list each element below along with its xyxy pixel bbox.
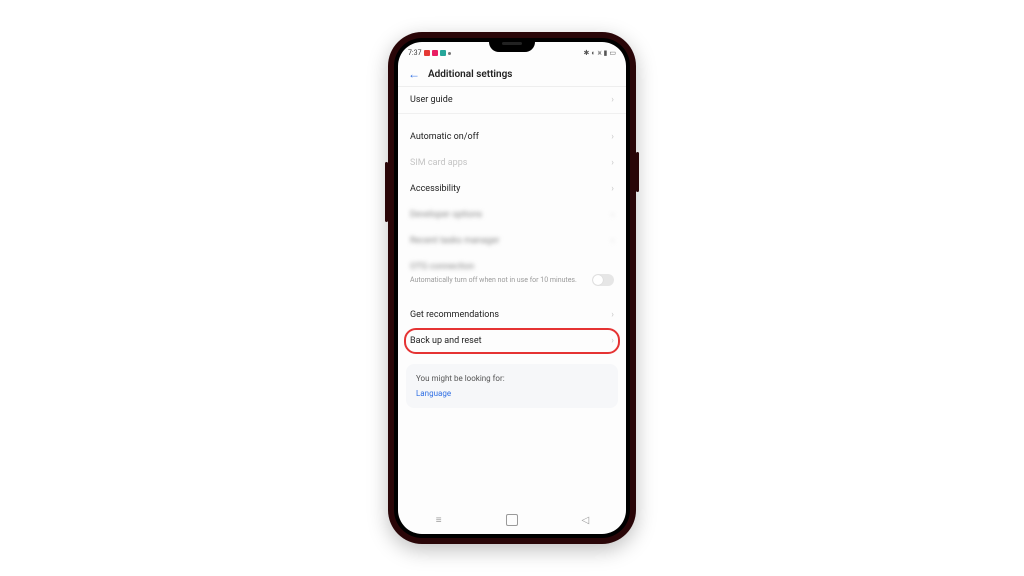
status-app-icon bbox=[432, 50, 438, 56]
row-sim-card-apps: SIM card apps › bbox=[398, 150, 626, 176]
status-right: ✱ ◐ ⩙ ▮ ▭ bbox=[583, 50, 616, 57]
chevron-right-icon: › bbox=[611, 210, 614, 220]
row-subtext: Automatically turn off when not in use f… bbox=[410, 276, 577, 285]
row-label: Get recommendations bbox=[410, 310, 499, 320]
chevron-right-icon: › bbox=[611, 158, 614, 168]
row-label: Accessibility bbox=[410, 184, 460, 194]
volume-button bbox=[385, 162, 388, 222]
notch bbox=[489, 38, 535, 52]
status-left: 7:37 bbox=[408, 49, 451, 57]
stage: 7:37 ✱ ◐ ⩙ ▮ ▭ ← bbox=[0, 0, 1024, 576]
chevron-right-icon: › bbox=[611, 95, 614, 105]
chevron-right-icon: › bbox=[611, 132, 614, 142]
row-automatic-on-off[interactable]: Automatic on/off › bbox=[398, 124, 626, 150]
row-label: Back up and reset bbox=[410, 336, 482, 346]
row-label: OTG connection bbox=[410, 262, 474, 272]
signal-icon: ▮ bbox=[604, 50, 608, 57]
otg-toggle[interactable] bbox=[592, 274, 614, 286]
home-button[interactable] bbox=[506, 514, 518, 526]
power-button bbox=[636, 152, 639, 192]
row-label: Developer options bbox=[410, 210, 482, 220]
row-get-recommendations[interactable]: Get recommendations › bbox=[398, 302, 626, 328]
phone-bezel: 7:37 ✱ ◐ ⩙ ▮ ▭ ← bbox=[394, 38, 630, 538]
settings-list[interactable]: User guide › Automatic on/off › SIM card… bbox=[398, 87, 626, 534]
chevron-right-icon: › bbox=[611, 236, 614, 246]
chevron-right-icon: › bbox=[611, 184, 614, 194]
back-button-nav[interactable]: ◁ bbox=[579, 514, 591, 526]
status-more-icon bbox=[448, 52, 451, 55]
phone-frame: 7:37 ✱ ◐ ⩙ ▮ ▭ ← bbox=[388, 32, 636, 544]
card-link-language[interactable]: Language bbox=[416, 389, 608, 398]
row-user-guide[interactable]: User guide › bbox=[398, 87, 626, 113]
row-back-up-and-reset[interactable]: Back up and reset › bbox=[398, 328, 626, 354]
row-recent-tasks[interactable]: Recent tasks manager › bbox=[398, 228, 626, 254]
android-nav-bar: ≡ ◁ bbox=[402, 510, 622, 530]
chevron-right-icon: › bbox=[611, 336, 614, 346]
row-otg-subtitle: Automatically turn off when not in use f… bbox=[398, 274, 626, 292]
row-label: Automatic on/off bbox=[410, 132, 479, 142]
battery-icon: ▭ bbox=[609, 50, 616, 57]
page-title: Additional settings bbox=[428, 69, 512, 80]
header: ← Additional settings bbox=[398, 62, 626, 87]
chevron-right-icon: › bbox=[611, 310, 614, 320]
row-label: Recent tasks manager bbox=[410, 236, 499, 246]
screen: 7:37 ✱ ◐ ⩙ ▮ ▭ ← bbox=[398, 42, 626, 534]
back-button[interactable]: ← bbox=[408, 68, 420, 80]
wifi-icon: ⩙ bbox=[598, 50, 602, 57]
bluetooth-icon: ✱ bbox=[583, 50, 589, 57]
status-time: 7:37 bbox=[408, 49, 422, 57]
row-label: User guide bbox=[410, 95, 453, 105]
status-app-icon bbox=[440, 50, 446, 56]
row-accessibility[interactable]: Accessibility › bbox=[398, 176, 626, 202]
status-app-icon bbox=[424, 50, 430, 56]
row-label: SIM card apps bbox=[410, 158, 467, 168]
recents-button[interactable]: ≡ bbox=[433, 514, 445, 526]
row-developer-options[interactable]: Developer options › bbox=[398, 202, 626, 228]
suggestion-card: You might be looking for: Language bbox=[406, 364, 618, 408]
dnd-icon: ◐ bbox=[591, 50, 595, 57]
card-title: You might be looking for: bbox=[416, 374, 608, 383]
row-otg-connection[interactable]: OTG connection bbox=[398, 254, 626, 274]
